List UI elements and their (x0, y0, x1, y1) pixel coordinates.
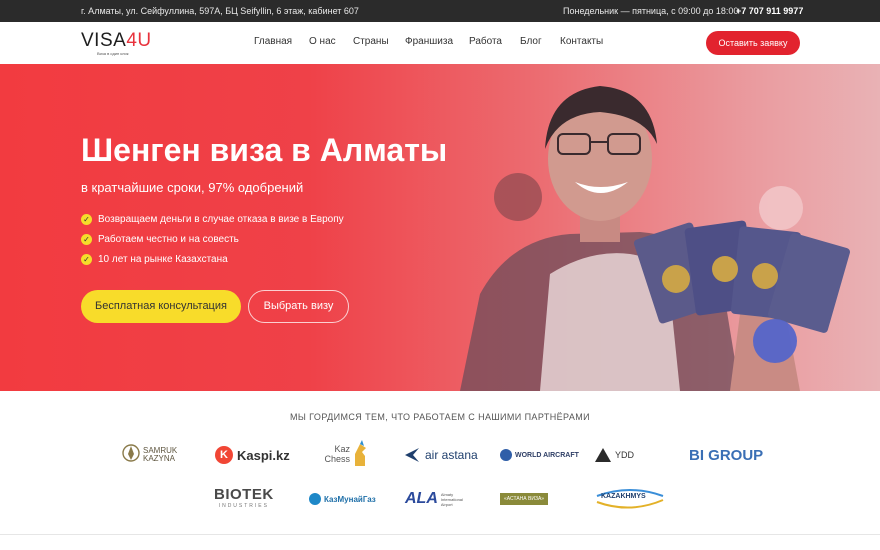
partner-logo-samruk: SAMRUK KAZYNA (122, 441, 183, 469)
biotek-logo-text: BIOTEK (214, 486, 274, 503)
nav-franchise[interactable]: Франшиза (405, 36, 453, 47)
kaspi-logo-text: Kaspi.kz (237, 447, 290, 463)
logo-text-4u: 4U (126, 30, 152, 51)
decor-circle-pink (759, 186, 803, 230)
samruk-emblem-icon (122, 444, 140, 462)
kazchess-knight-icon (355, 440, 366, 466)
main-header: VISA4U Виза в один клик Главная О нас Ст… (0, 22, 880, 64)
nav-about[interactable]: О нас (309, 36, 336, 47)
leave-request-button[interactable]: Оставить заявку (706, 31, 800, 55)
partner-logo-bigroup: BI GROUP (689, 441, 763, 469)
globe-icon (500, 449, 512, 461)
ala-logo-text: ALA (405, 490, 438, 507)
nav-contacts[interactable]: Контакты (560, 36, 603, 47)
worldaircraft-logo-text: WORLD AIRCRAFT (515, 451, 579, 459)
top-info-bar: г. Алматы, ул. Сейфуллина, 597А, БЦ Seif… (0, 0, 880, 22)
benefit-item: ✓ Работаем честно и на совесть (81, 234, 239, 245)
bigroup-logo-text: BI GROUP (689, 446, 764, 464)
benefit-item: ✓ Возвращаем деньги в случае отказа в виз… (81, 214, 344, 225)
partners-heading: МЫ ГОРДИМСЯ ТЕМ, ЧТО РАБОТАЕМ С НАШИМИ П… (289, 412, 591, 422)
choose-visa-button[interactable]: Выбрать визу (248, 290, 349, 323)
partner-logo-ydd: YDD (595, 441, 634, 469)
kmg-logo-text: КазМунайГаз (324, 494, 376, 504)
hero-subtitle: в кратчайшие сроки, 97% одобрений (81, 180, 304, 195)
free-consultation-button[interactable]: Бесплатная консультация (81, 290, 241, 323)
kazakhmys-logo-text: KAZAKHMYS (601, 493, 646, 500)
check-icon: ✓ (81, 234, 92, 245)
ydd-logo-text: YDD (615, 450, 635, 460)
address-text: г. Алматы, ул. Сейфуллина, 597А, БЦ Seif… (81, 6, 359, 16)
benefit-text: Работаем честно и на совесть (98, 234, 239, 245)
site-logo[interactable]: VISA4U Виза в один клик (81, 30, 153, 58)
benefit-item: ✓ 10 лет на рынке Казахстана (81, 254, 228, 265)
phone-link[interactable]: +7 707 911 9977 (736, 6, 803, 16)
airastana-logo-text: air astana (425, 448, 478, 462)
partner-logo-airastana: air astana (405, 441, 478, 469)
logo-tagline: Виза в один клик (97, 51, 129, 56)
partner-logo-worldaircraft: WORLD AIRCRAFT (500, 441, 579, 469)
decor-circle-blue (753, 319, 797, 363)
decor-circle-dark (494, 173, 542, 221)
partner-logo-kazchess: Kaz Chess (322, 439, 370, 469)
biotek-sub-text: INDUSTRIES (218, 503, 269, 509)
kazchess-logo-text: Kaz Chess (324, 444, 350, 464)
kaspi-icon: K (215, 446, 233, 464)
kmg-drop-icon (309, 493, 321, 505)
benefit-text: Возвращаем деньги в случае отказа в визе… (98, 214, 344, 225)
ala-sub-text: Almaty International Airport (440, 491, 463, 507)
partner-logo-astanavisa: «АСТАНА ВИЗА» (500, 485, 549, 513)
hero-title: Шенген виза в Алматы (81, 132, 448, 168)
benefit-text: 10 лет на рынке Казахстана (98, 254, 228, 265)
working-hours-text: Понедельник — пятница, с 09:00 до 18:00 (563, 6, 739, 16)
logo-text-visa: VISA (81, 30, 127, 51)
partner-logo-kmg: КазМунайГаз (309, 485, 376, 513)
nav-jobs[interactable]: Работа (469, 36, 502, 47)
nav-blog[interactable]: Блог (520, 36, 542, 47)
nav-countries[interactable]: Страны (353, 36, 389, 47)
section-divider (0, 534, 880, 535)
partner-logo-kaspi: K Kaspi.kz (215, 441, 290, 469)
astanavisa-logo-text: «АСТАНА ВИЗА» (500, 493, 549, 505)
samruk-logo-text: SAMRUK KAZYNA (143, 446, 178, 463)
partner-logo-biotek: BIOTEK INDUSTRIES (214, 486, 274, 514)
airastana-bird-icon (405, 448, 419, 462)
check-icon: ✓ (81, 254, 92, 265)
hero-section: Шенген виза в Алматы в кратчайшие сроки,… (0, 64, 880, 391)
partner-logo-ala: ALA Almaty International Airport (405, 485, 467, 513)
partner-logo-kazakhmys: KAZAKHMYS (595, 485, 665, 513)
ydd-triangle-icon (595, 448, 611, 462)
check-icon: ✓ (81, 214, 92, 225)
nav-home[interactable]: Главная (254, 36, 292, 47)
hero-person-with-passports-image (460, 86, 850, 391)
